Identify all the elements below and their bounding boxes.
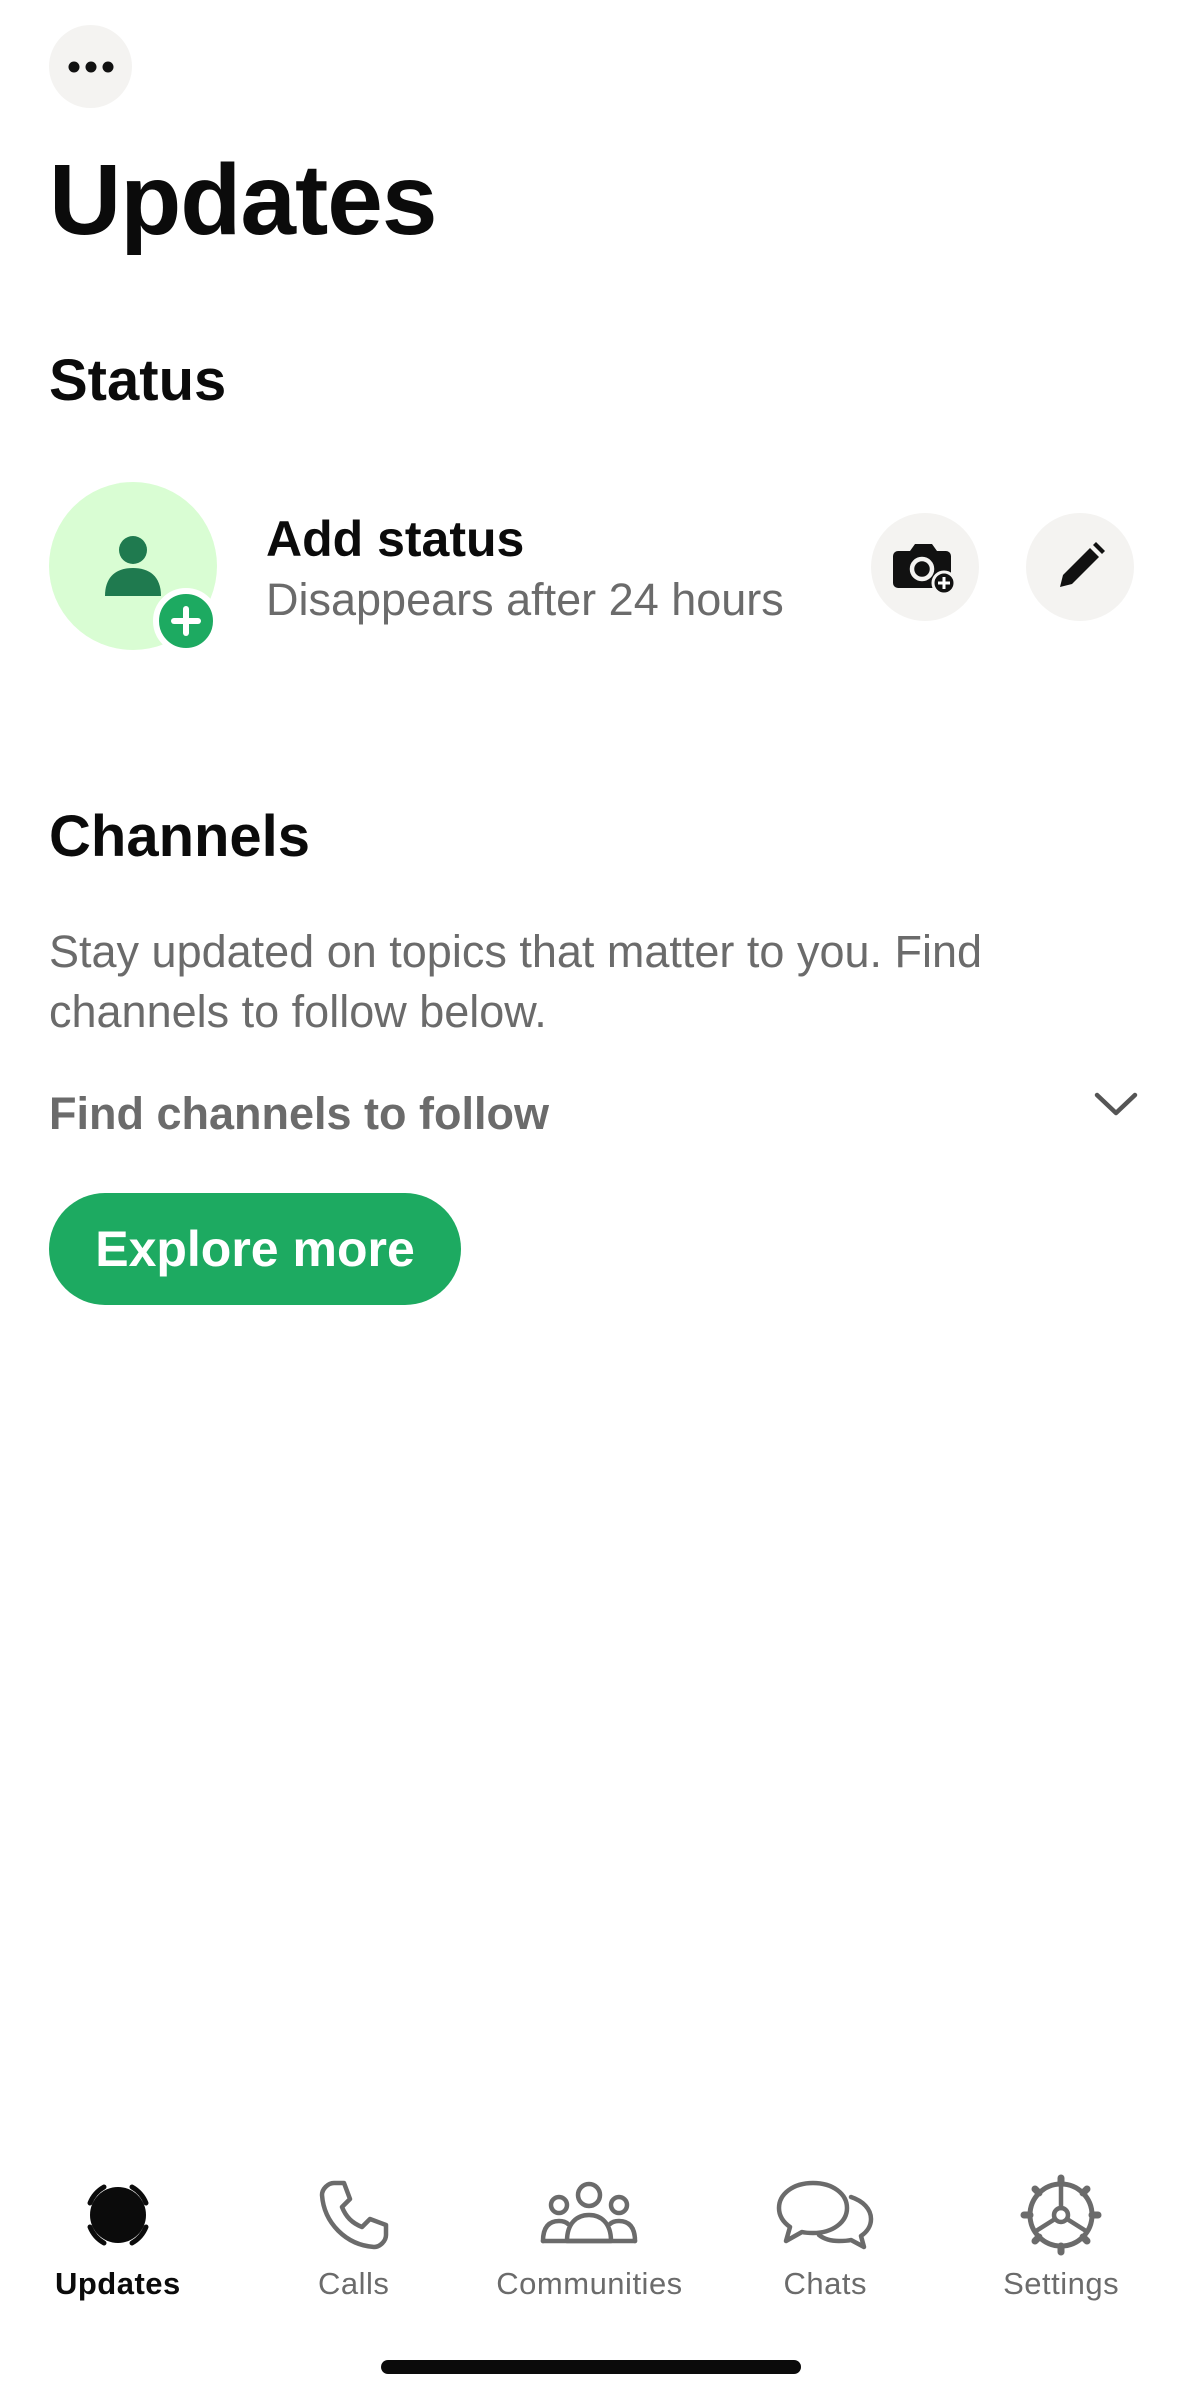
updates-icon xyxy=(87,2184,149,2246)
tab-chats[interactable]: Chats xyxy=(707,2150,943,2310)
gear-icon xyxy=(1020,2174,1102,2256)
plus-icon xyxy=(171,606,201,636)
communities-icon xyxy=(541,2181,638,2244)
text-status-button[interactable] xyxy=(1026,513,1134,621)
tab-chats-label: Chats xyxy=(783,2266,868,2301)
camera-status-button[interactable] xyxy=(871,513,979,621)
ellipsis-icon xyxy=(68,61,113,72)
tab-communities[interactable]: Communities xyxy=(472,2150,708,2310)
tab-updates-label: Updates xyxy=(54,2266,181,2301)
tab-settings[interactable]: Settings xyxy=(943,2150,1179,2310)
more-options-button[interactable] xyxy=(49,25,132,108)
tab-settings-label: Settings xyxy=(1003,2266,1120,2301)
pencil-icon xyxy=(1060,542,1105,587)
add-status-subtitle: Disappears after 24 hours xyxy=(266,574,784,625)
updates-screen: Updates Status Add status Disappears aft… xyxy=(0,0,1179,2396)
add-status-row[interactable]: Add status Disappears after 24 hours xyxy=(49,482,1139,654)
tab-communities-label: Communities xyxy=(496,2266,683,2301)
explore-more-button[interactable]: Explore more xyxy=(49,1193,461,1305)
chats-icon xyxy=(777,2180,874,2250)
channels-description: Stay updated on topics that matter to yo… xyxy=(49,926,983,1037)
find-channels-toggle[interactable]: Find channels to follow xyxy=(49,1080,1139,1150)
add-status-title: Add status xyxy=(266,511,525,567)
phone-icon xyxy=(319,2180,388,2250)
tab-updates[interactable]: Updates xyxy=(0,2150,236,2310)
add-status-badge[interactable] xyxy=(153,588,219,654)
tab-calls[interactable]: Calls xyxy=(236,2150,472,2310)
tab-bar: Updates Calls Communities Chats Settings xyxy=(0,2150,1179,2310)
person-icon xyxy=(105,536,161,596)
find-channels-label: Find channels to follow xyxy=(49,1088,549,1139)
channels-section-title: Channels xyxy=(49,804,311,869)
status-section-title: Status xyxy=(49,348,227,413)
page-title: Updates xyxy=(49,144,438,256)
chevron-down-icon xyxy=(1094,1092,1138,1116)
tab-calls-label: Calls xyxy=(317,2266,390,2301)
camera-plus-icon xyxy=(893,544,957,595)
home-indicator[interactable] xyxy=(381,2360,801,2374)
